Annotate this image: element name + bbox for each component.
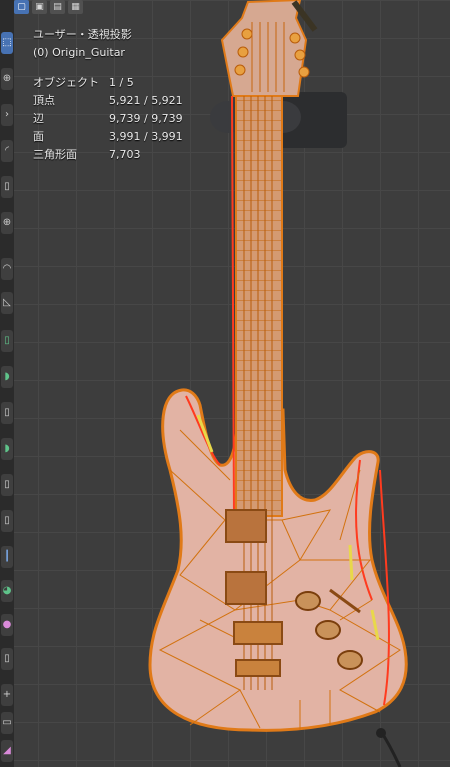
stat-value: 3,991 / 3,991 xyxy=(109,130,183,143)
cursor-icon[interactable]: ⊕ xyxy=(1,68,13,90)
poly-build-icon[interactable]: ┃ xyxy=(1,546,13,568)
loop-cut-icon[interactable]: ▯ xyxy=(1,474,13,496)
smooth-icon[interactable]: ● xyxy=(1,614,13,636)
transform-icon[interactable]: ⊕ xyxy=(1,212,13,234)
shear-icon[interactable]: ▭ xyxy=(1,712,13,734)
headstock xyxy=(220,0,318,97)
move-icon[interactable]: › xyxy=(1,104,13,126)
object-name: (0) Origin_Guitar xyxy=(33,46,125,59)
shrink-icon[interactable]: + xyxy=(1,684,13,706)
inset-icon[interactable]: ▯ xyxy=(1,402,13,424)
rotate-icon[interactable]: ◜ xyxy=(1,140,13,162)
stat-value: 1 / 5 xyxy=(109,76,134,89)
stat-row-vertices: 頂点 5,921 / 5,921 xyxy=(33,92,183,110)
stat-label: オブジェクト xyxy=(33,76,99,89)
selection-mode-group: ▢ ▣ ▤ ▦ xyxy=(14,0,83,16)
spin-icon[interactable]: ◕ xyxy=(1,580,13,602)
rip-icon[interactable]: ◢ xyxy=(1,740,13,762)
stat-row-edges: 辺 9,739 / 9,739 xyxy=(33,110,183,128)
mode-subtract-icon[interactable]: ▤ xyxy=(50,0,65,14)
stat-value: 9,739 / 9,739 xyxy=(109,112,183,125)
add-cube-icon[interactable]: ▯ xyxy=(1,330,13,352)
mode-extend-icon[interactable]: ▣ xyxy=(32,0,47,14)
stat-label: 三角形面 xyxy=(33,148,77,161)
stat-value: 7,703 xyxy=(109,148,141,161)
viewport-info-overlay: ユーザー・透視投影 (0) Origin_Guitar オブジェクト 1 / 5… xyxy=(33,26,183,164)
select-icon[interactable]: ⬚ xyxy=(1,32,13,54)
knife-icon[interactable]: ▯ xyxy=(1,510,13,532)
bevel-icon[interactable]: ◗ xyxy=(1,438,13,460)
extrude-icon[interactable]: ◗ xyxy=(1,366,13,388)
stat-row-faces: 面 3,991 / 3,991 xyxy=(33,128,183,146)
select-box-icon[interactable]: ▢ xyxy=(14,0,29,14)
annotate-icon[interactable]: ◠ xyxy=(1,258,13,280)
tool-shelf: ⬚ ⊕ › ◜ ▯ ⊕ ◠ ◺ ▯ ◗ ▯ ◗ ▯ ▯ ┃ ◕ ● ▯ + ▭ … xyxy=(0,0,14,767)
stat-row-triangles: 三角形面 7,703 xyxy=(33,146,183,164)
stat-value: 5,921 / 5,921 xyxy=(109,94,183,107)
statistics: オブジェクト 1 / 5 頂点 5,921 / 5,921 辺 9,739 / … xyxy=(33,74,183,164)
mode-intersect-icon[interactable]: ▦ xyxy=(68,0,83,14)
stat-label: 頂点 xyxy=(33,94,55,107)
edge-slide-icon[interactable]: ▯ xyxy=(1,648,13,670)
stat-label: 面 xyxy=(33,130,44,143)
stat-label: 辺 xyxy=(33,112,44,125)
measure-icon[interactable]: ◺ xyxy=(1,292,13,314)
stat-row-objects: オブジェクト 1 / 5 xyxy=(33,74,183,92)
view-name: ユーザー・透視投影 xyxy=(33,28,132,41)
scale-icon[interactable]: ▯ xyxy=(1,176,13,198)
